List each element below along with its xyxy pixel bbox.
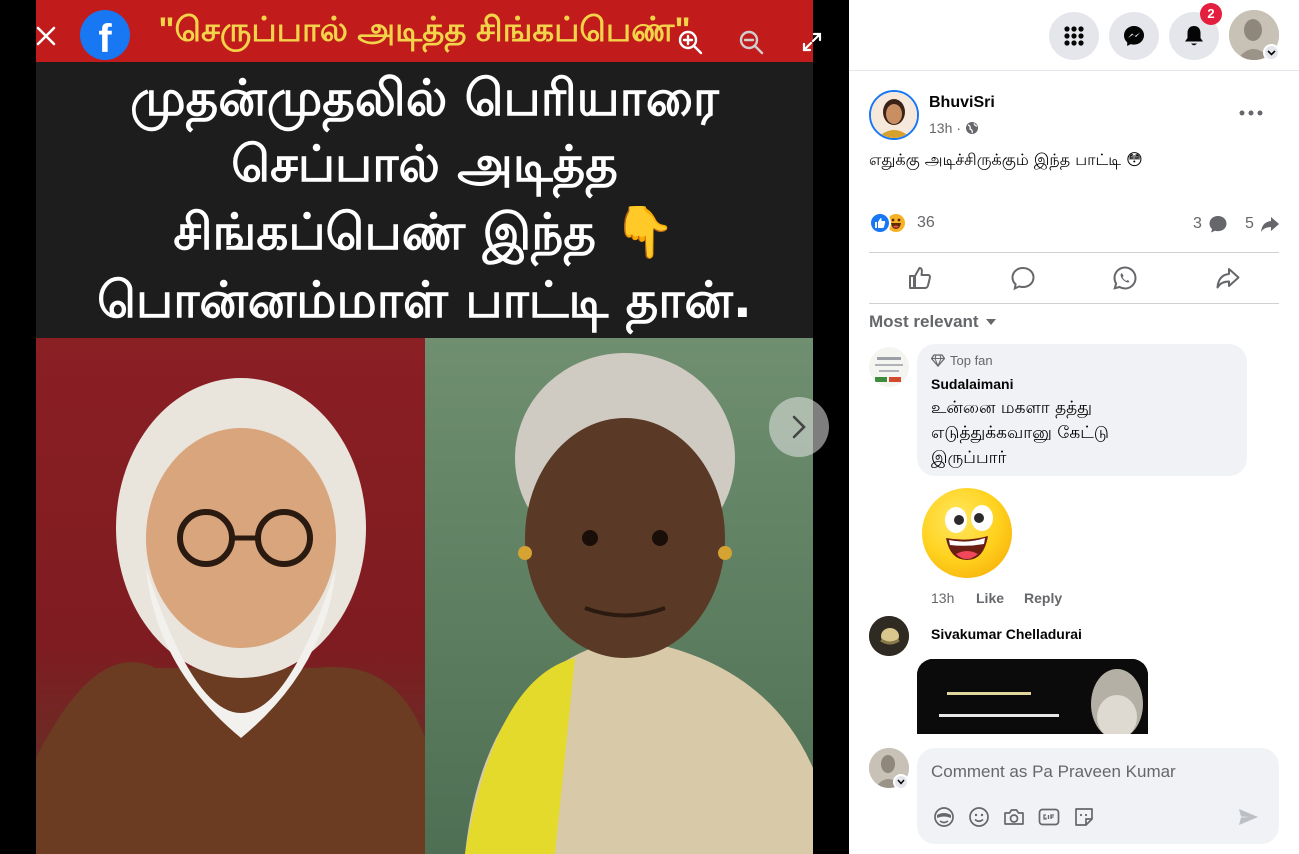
comment-count[interactable]: 3: [1193, 214, 1228, 234]
fullscreen-button[interactable]: [790, 20, 834, 64]
photo-text-line: பொன்னம்மாள் பாட்டி தான்.: [97, 271, 752, 329]
comment-time[interactable]: 13h: [931, 590, 954, 606]
comment-input[interactable]: [931, 760, 1261, 784]
smiley-icon: [969, 807, 989, 827]
zoom-out-icon: [739, 30, 764, 55]
zoom-out-button[interactable]: [729, 20, 773, 64]
globe-icon: [966, 122, 979, 134]
close-icon: [36, 26, 56, 46]
account-menu-button[interactable]: [1263, 44, 1280, 61]
notification-count-badge: 2: [1200, 3, 1222, 25]
gif-icon: [1038, 808, 1060, 826]
chevron-down-icon: [1267, 49, 1276, 56]
bell-icon: [1185, 26, 1203, 46]
send-icon: [1239, 809, 1258, 825]
author-name[interactable]: BhuviSri: [929, 94, 995, 112]
sticker-button[interactable]: [1071, 804, 1097, 830]
like-button[interactable]: [869, 253, 972, 303]
commenter-name[interactable]: Sivakumar Chelladurai: [931, 626, 1082, 642]
comment-button[interactable]: [972, 253, 1075, 303]
laughing-emoji-sticker: [922, 488, 1012, 578]
avatar-sticker-button[interactable]: [931, 804, 957, 830]
comment-composer: [849, 734, 1299, 854]
share-count-value: 5: [1245, 215, 1254, 232]
comment-bubble: Top fan Sudalaimani உன்னை மகளா தத்து எடு…: [917, 344, 1247, 476]
whatsapp-share-button[interactable]: [1074, 253, 1177, 303]
commenter-name[interactable]: Sudalaimani: [931, 376, 1013, 392]
facebook-logo[interactable]: f: [80, 10, 130, 60]
post-meta: 13h ·: [929, 120, 979, 136]
camera-icon: [1004, 809, 1024, 825]
avatar-sticker-icon: [934, 807, 954, 827]
post-photo[interactable]: "செருப்பால் அடித்த சிங்கப்பெண்" முதன்முத…: [36, 0, 813, 854]
thumbs-up-icon: [909, 267, 932, 289]
share-icon: [1216, 268, 1240, 289]
chevron-right-icon: [792, 415, 806, 439]
comment-bubble-icon: [1209, 216, 1227, 233]
more-horizontal-icon: [1239, 110, 1263, 116]
meta-separator: ·: [956, 120, 962, 136]
post-time[interactable]: 13h: [929, 120, 952, 136]
photo-text-line: சிங்கப்பெண் இந்த 👇: [173, 203, 676, 261]
photo-portrait-bearded-man: [36, 338, 425, 854]
post-options-button[interactable]: [1233, 98, 1269, 128]
photo-portrait-elderly-woman: [425, 338, 813, 854]
send-comment-button[interactable]: [1235, 804, 1261, 830]
chevron-down-icon: [897, 779, 905, 785]
expand-icon: [802, 32, 822, 52]
comment-like-button[interactable]: Like: [976, 590, 1004, 606]
post-panel: 2 BhuviSri 13h · எதுக்கு அடிச்சிருக்கும்…: [849, 0, 1299, 854]
commenter-avatar[interactable]: [869, 347, 909, 387]
share-count[interactable]: 5: [1245, 214, 1280, 234]
author-avatar[interactable]: [869, 90, 919, 140]
next-photo-button[interactable]: [769, 397, 829, 457]
share-arrow-icon: [1260, 217, 1279, 232]
zoom-in-button[interactable]: [668, 20, 712, 64]
comment-text: உன்னை மகளா தத்து எடுத்துக்கவானு கேட்டு இ…: [931, 398, 1109, 468]
comment-sort-dropdown[interactable]: Most relevant: [869, 312, 997, 332]
identity-switcher-button[interactable]: [893, 774, 909, 790]
zoom-in-icon: [678, 30, 703, 55]
comment-reply-button[interactable]: Reply: [1024, 590, 1062, 606]
menu-button[interactable]: [1049, 12, 1099, 60]
top-fan-badge: Top fan: [931, 353, 993, 368]
emoji-button[interactable]: [966, 804, 992, 830]
grid-menu-icon: [1064, 26, 1084, 46]
gif-button[interactable]: [1036, 804, 1062, 830]
reaction-count: 36: [917, 214, 935, 231]
diamond-icon: [931, 354, 945, 367]
sticker-icon: [1075, 808, 1093, 826]
comment-image[interactable]: [917, 659, 1148, 734]
like-reaction-icon: [869, 212, 891, 234]
photo-viewer: "செருப்பால் அடித்த சிங்கப்பெண்" முதன்முத…: [0, 0, 849, 854]
post-caption: எதுக்கு அடிச்சிருக்கும் இந்த பாட்டி 😳: [869, 150, 1143, 169]
photo-text-line: செப்பால் அடித்த: [231, 135, 618, 193]
post-actions: [869, 252, 1279, 304]
whatsapp-icon: [1113, 266, 1137, 290]
messenger-icon: [1124, 26, 1144, 46]
top-navigation: 2: [849, 0, 1299, 71]
photo-text-line: முதன்முதலில் பெரியாரை: [130, 69, 719, 127]
comment-count-value: 3: [1193, 215, 1202, 232]
messenger-button[interactable]: [1109, 12, 1159, 60]
sort-label: Most relevant: [869, 312, 979, 331]
commenter-avatar[interactable]: [869, 616, 909, 656]
share-button[interactable]: [1177, 253, 1280, 303]
caret-down-icon: [985, 319, 996, 325]
top-fan-label: Top fan: [950, 353, 993, 368]
comment-input-box: [917, 748, 1279, 844]
close-viewer-button[interactable]: [24, 14, 68, 58]
photo-text-block: முதன்முதலில் பெரியாரை செப்பால் அடித்த சி…: [36, 62, 813, 338]
reaction-summary[interactable]: 36: [869, 212, 935, 234]
comment-icon: [1011, 266, 1035, 291]
photo-button[interactable]: [1001, 804, 1027, 830]
